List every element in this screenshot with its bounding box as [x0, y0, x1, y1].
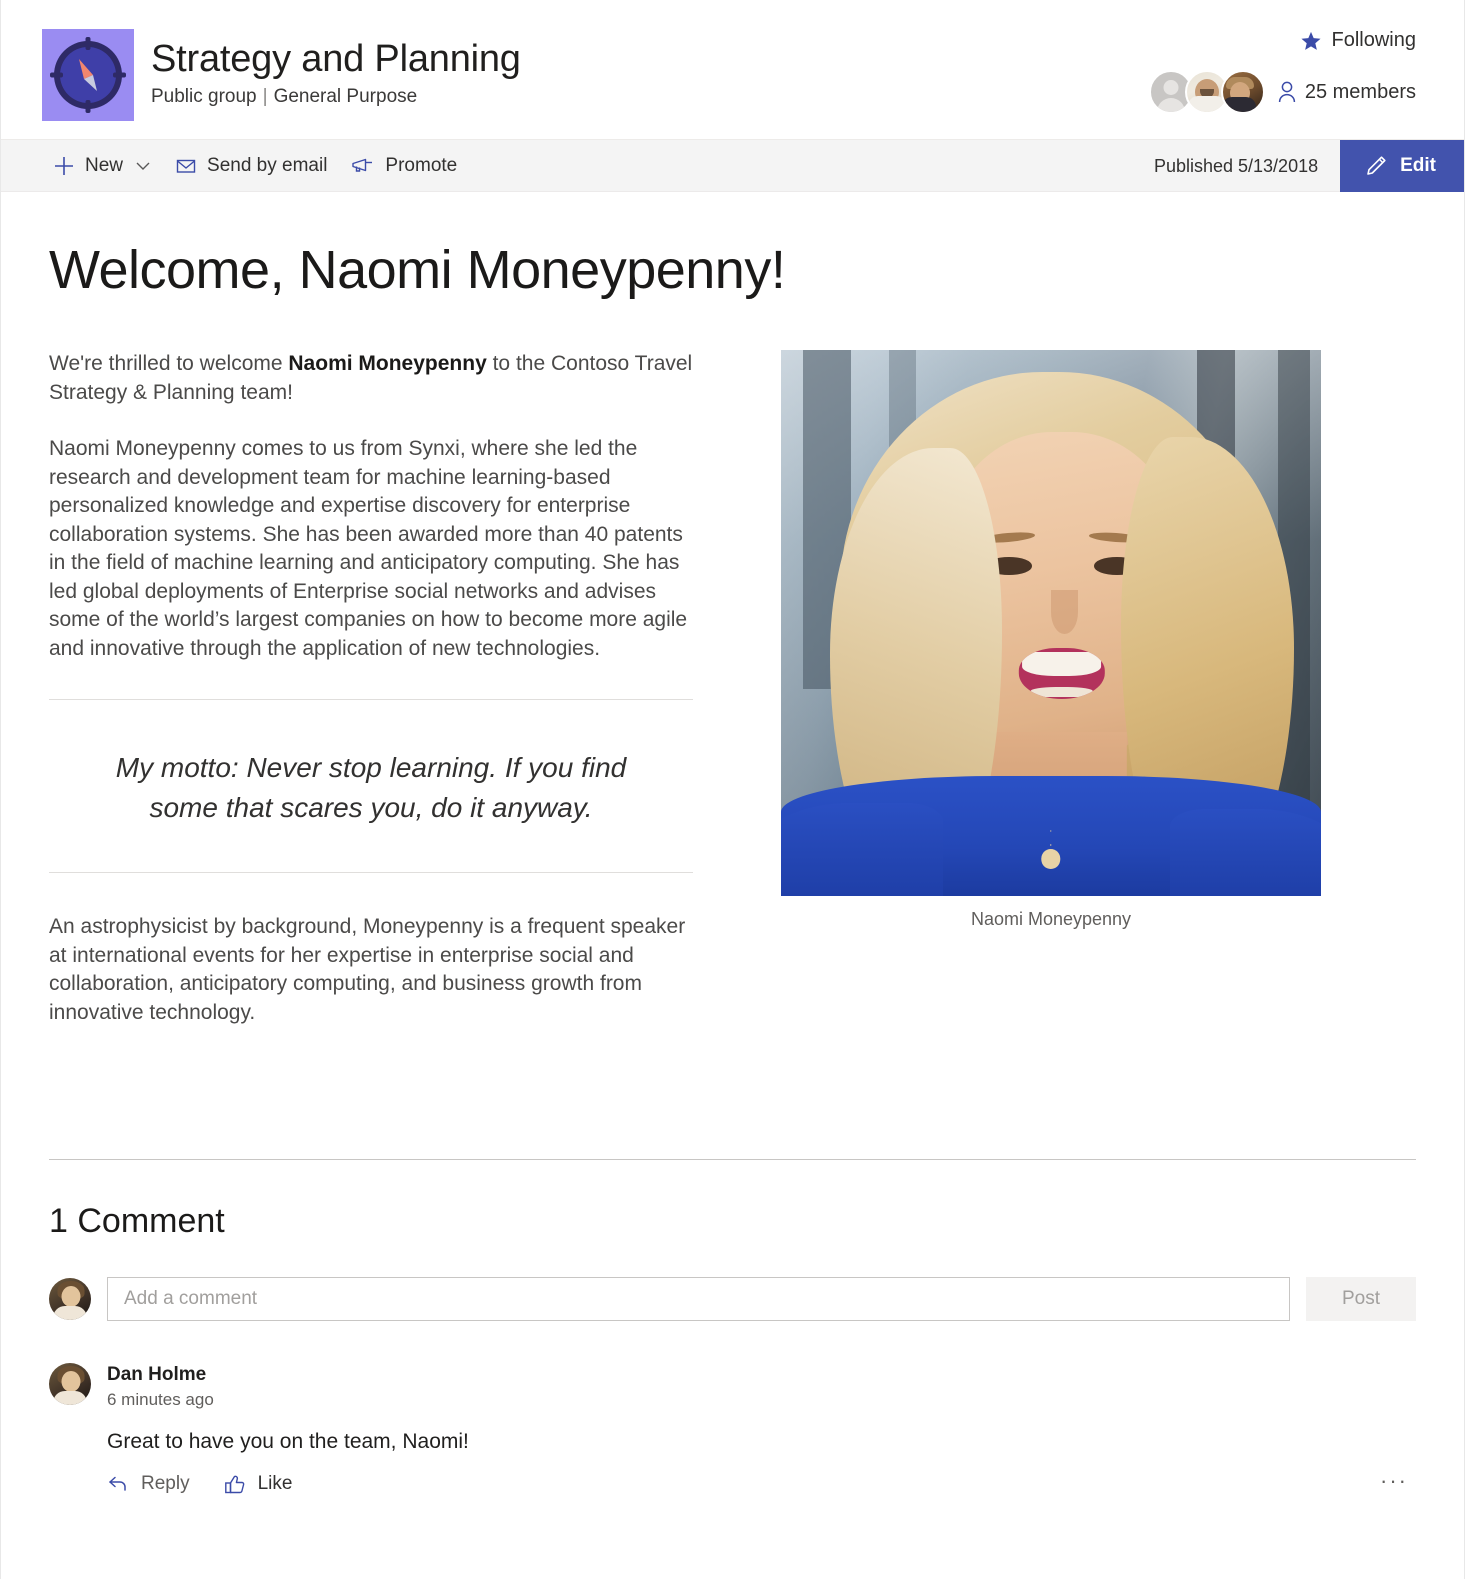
members-count-label: 25 members: [1304, 80, 1416, 103]
comment-item: Dan Holme 6 minutes ago Great to have yo…: [49, 1363, 1416, 1495]
more-horizontal-icon[interactable]: ···: [1380, 1470, 1408, 1492]
send-by-email-button[interactable]: Send by email: [163, 140, 339, 192]
comments-section: 1 Comment Post Dan Holme 6 minutes ago G…: [1, 1202, 1464, 1495]
edit-button[interactable]: Edit: [1340, 140, 1464, 192]
mail-icon: [176, 159, 196, 173]
reply-button[interactable]: Reply: [107, 1473, 190, 1495]
site-subtitle: Public group | General Purpose: [151, 86, 521, 108]
placeholder-body: [1156, 98, 1185, 112]
text-column: We're thrilled to welcome Naomi Moneypen…: [49, 350, 693, 1055]
post-comment-button[interactable]: Post: [1306, 1277, 1416, 1321]
following-button[interactable]: Following: [1300, 29, 1416, 52]
following-label: Following: [1331, 29, 1416, 51]
photo-teeth-lower: [1030, 687, 1093, 698]
image-caption: Naomi Moneypenny: [970, 909, 1132, 929]
avatar-body: [1222, 97, 1256, 112]
avatar-body: [53, 1306, 87, 1320]
comments-heading: 1 Comment: [49, 1202, 225, 1240]
new-button[interactable]: New: [41, 140, 163, 192]
photo-shirt-right-shoulder: [1169, 808, 1321, 896]
photo-necklace: [1041, 849, 1061, 869]
like-label: Like: [257, 1473, 293, 1494]
comment-timestamp: 6 minutes ago: [107, 1390, 214, 1409]
members-count-button[interactable]: 25 members: [1277, 81, 1416, 104]
current-user-avatar: [49, 1278, 91, 1320]
reply-label: Reply: [141, 1473, 190, 1494]
star-icon: [1300, 31, 1321, 50]
reply-arrow-icon: [109, 1476, 126, 1491]
site-title[interactable]: Strategy and Planning: [151, 36, 521, 82]
thumbs-up-icon: [224, 1475, 244, 1493]
comment-author-name[interactable]: Dan Holme: [107, 1363, 1416, 1387]
promote-label: Promote: [385, 154, 458, 176]
pencil-icon: [1367, 156, 1386, 175]
quote-block: My motto: Never stop learning. If you fi…: [49, 699, 693, 873]
sharepoint-page: Strategy and Planning Public group | Gener…: [0, 0, 1465, 1579]
avatar-head: [61, 1371, 81, 1393]
intro-prefix: We're thrilled to welcome: [49, 352, 289, 375]
site-header: Strategy and Planning Public group | Gener…: [1, 0, 1464, 140]
promote-button[interactable]: Promote: [339, 140, 469, 192]
comment-text: Great to have you on the team, Naomi!: [107, 1430, 469, 1453]
like-button[interactable]: Like: [224, 1473, 293, 1495]
comment-compose-row: Post: [49, 1277, 1416, 1321]
content-columns: We're thrilled to welcome Naomi Moneypen…: [49, 350, 1416, 1055]
person-icon: [1278, 81, 1295, 103]
site-privacy: Public group: [151, 86, 257, 107]
comment-actions: Reply Like: [107, 1473, 1416, 1495]
site-title-block: Strategy and Planning Public group | Gener…: [151, 36, 521, 108]
photo-shirt-left-shoulder: [781, 803, 943, 896]
comments-divider: [49, 1159, 1416, 1160]
command-bar-right: Published 5/13/2018 Edit: [1154, 140, 1464, 192]
command-bar: New Send by email Promote Published 5/13…: [1, 140, 1464, 192]
avatar-body: [1187, 96, 1226, 112]
members-row: 25 members: [1148, 70, 1416, 114]
new-label: New: [85, 154, 124, 176]
compass-icon: [42, 29, 134, 121]
intro-paragraph: We're thrilled to welcome Naomi Moneypen…: [49, 350, 693, 407]
site-subtitle-separator: |: [262, 86, 268, 107]
bio-paragraph: Naomi Moneypenny comes to us from Synxi,…: [49, 437, 688, 660]
portrait-figure: Naomi Moneypenny: [781, 350, 1321, 930]
chevron-down-icon: [136, 162, 150, 170]
facepile[interactable]: [1148, 70, 1265, 114]
page-canvas: Welcome, Naomi Moneypenny! We're thrille…: [1, 238, 1464, 1055]
member-avatar-2[interactable]: [1220, 70, 1265, 114]
edit-label: Edit: [1400, 155, 1436, 176]
site-classification: General Purpose: [273, 86, 418, 107]
placeholder-head: [1163, 80, 1179, 95]
image-column: Naomi Moneypenny: [781, 350, 1321, 1055]
photo-teeth-upper: [1022, 651, 1102, 676]
megaphone-icon: [352, 158, 373, 172]
avatar-body: [53, 1391, 87, 1405]
published-status: Published 5/13/2018: [1153, 155, 1319, 176]
photo-mouth: [1018, 647, 1105, 700]
photo-nose: [1051, 590, 1078, 634]
comment-body: Dan Holme 6 minutes ago Great to have yo…: [107, 1363, 1416, 1495]
comment-input[interactable]: [107, 1277, 1290, 1321]
intro-bold-name: Naomi Moneypenny: [288, 352, 487, 375]
portrait-of-naomi-moneypenny: [781, 350, 1321, 896]
comment-author-avatar: [49, 1363, 91, 1405]
avatar-head: [61, 1286, 81, 1308]
quote-text: My motto: Never stop learning. If you fi…: [115, 752, 627, 823]
page-title: Welcome, Naomi Moneypenny!: [49, 240, 786, 300]
send-by-email-label: Send by email: [207, 154, 328, 176]
closing-paragraph: An astrophysicist by background, Moneype…: [49, 915, 686, 1024]
plus-icon: [55, 156, 73, 175]
